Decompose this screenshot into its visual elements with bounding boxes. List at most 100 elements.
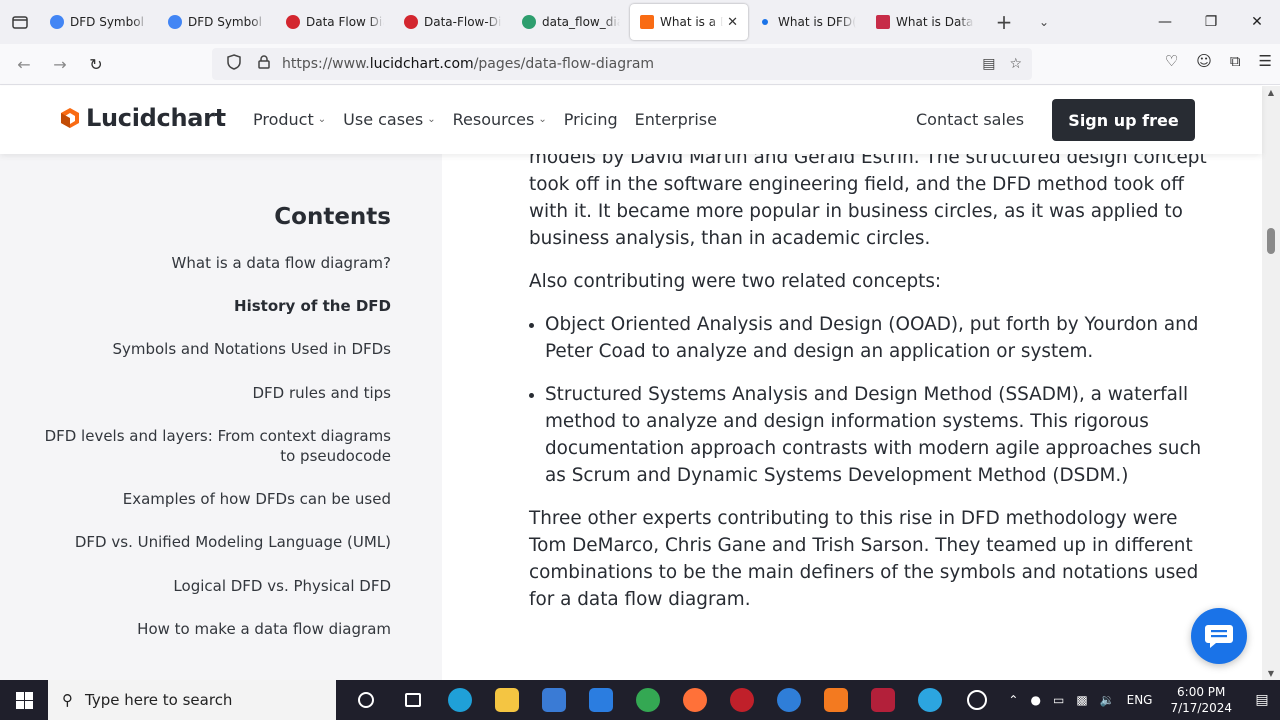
contents-item[interactable]: What is a data flow diagram? bbox=[31, 253, 391, 273]
firefox-glyph bbox=[682, 688, 707, 712]
task-view-glyph bbox=[404, 693, 421, 707]
edge-icon[interactable] bbox=[436, 680, 483, 720]
browser-tab[interactable]: What is Data F bbox=[866, 4, 984, 40]
tab-list-icon[interactable] bbox=[0, 0, 40, 44]
browser-tab[interactable]: data_flow_diag bbox=[512, 4, 630, 40]
shield-icon[interactable] bbox=[222, 54, 246, 74]
nav-item-label: Enterprise bbox=[634, 110, 717, 129]
windows-taskbar: ⚲ Type here to search ⌃ ● ▭ ▩ 🔉 ENG 6:00… bbox=[0, 680, 1280, 720]
lucidchart-icon bbox=[640, 15, 654, 29]
sign-up-button[interactable]: Sign up free bbox=[1052, 99, 1195, 141]
contact-sales-link[interactable]: Contact sales bbox=[916, 110, 1024, 129]
store-glyph bbox=[541, 688, 566, 712]
start-button[interactable] bbox=[0, 680, 48, 720]
new-tab-icon[interactable]: + bbox=[984, 10, 1024, 34]
mail-glyph bbox=[588, 688, 613, 712]
file-explorer-icon[interactable] bbox=[483, 680, 530, 720]
forward-icon[interactable]: → bbox=[42, 55, 78, 74]
microphone-icon[interactable]: ● bbox=[1024, 693, 1046, 707]
contents-item[interactable]: Logical DFD vs. Physical DFD bbox=[31, 576, 391, 596]
browser-tab[interactable]: What is a Da✕ bbox=[630, 4, 748, 40]
restore-icon[interactable]: ❐ bbox=[1188, 14, 1234, 30]
chrome-icon[interactable] bbox=[624, 680, 671, 720]
app-red-icon[interactable] bbox=[718, 680, 765, 720]
tab-title: Data Flow Diag bbox=[306, 15, 384, 29]
browser-tab[interactable]: Data Flow Diag bbox=[276, 4, 394, 40]
reload-icon[interactable]: ↻ bbox=[78, 55, 114, 74]
account-icon[interactable]: ☺ bbox=[1196, 52, 1212, 70]
app-c-icon[interactable] bbox=[765, 680, 812, 720]
url-text: https://www.lucidchart.com/pages/data-fl… bbox=[282, 56, 655, 72]
edge-glyph bbox=[447, 688, 472, 712]
taskbar-search[interactable]: ⚲ Type here to search bbox=[48, 680, 336, 720]
close-window-icon[interactable]: ✕ bbox=[1234, 14, 1280, 30]
pocket-icon[interactable]: ♡ bbox=[1165, 52, 1178, 70]
nav-item-resources[interactable]: Resources ⌄ bbox=[453, 110, 547, 129]
tab-title: DFD Symbol - bbox=[70, 15, 148, 29]
telegram-icon[interactable] bbox=[906, 680, 953, 720]
file-explorer-glyph bbox=[494, 688, 519, 712]
list-all-tabs-icon[interactable]: ⌄ bbox=[1024, 15, 1064, 29]
bookmark-star-icon[interactable]: ☆ bbox=[1009, 56, 1022, 72]
google-icon bbox=[50, 15, 64, 29]
browser-tab[interactable]: Data-Flow-Dia bbox=[394, 4, 512, 40]
firefox-icon[interactable] bbox=[671, 680, 718, 720]
menu-icon[interactable]: ☰ bbox=[1259, 52, 1272, 70]
page-body: Contents What is a data flow diagram? His… bbox=[0, 154, 1262, 680]
scroll-up-icon[interactable]: ▲ bbox=[1262, 88, 1280, 97]
browser-tab[interactable]: DFD Symbol - bbox=[158, 4, 276, 40]
google-icon bbox=[168, 15, 182, 29]
chevron-up-icon[interactable]: ⌃ bbox=[1002, 693, 1024, 707]
app-diamond-icon[interactable] bbox=[859, 680, 906, 720]
contents-item[interactable]: Examples of how DFDs can be used bbox=[31, 489, 391, 509]
task-view-icon[interactable] bbox=[389, 680, 436, 720]
chat-button[interactable] bbox=[1191, 608, 1247, 664]
reader-view-icon[interactable]: ▤ bbox=[982, 56, 995, 72]
nav-item-use-cases[interactable]: Use cases ⌄ bbox=[343, 110, 435, 129]
chevron-down-icon: ⌄ bbox=[538, 114, 547, 125]
close-tab-icon[interactable]: ✕ bbox=[723, 15, 738, 30]
list-item: Structured Systems Analysis and Design M… bbox=[529, 381, 1209, 489]
scroll-down-icon[interactable]: ▼ bbox=[1262, 669, 1280, 678]
xampp-icon[interactable] bbox=[812, 680, 859, 720]
obs-icon[interactable] bbox=[953, 680, 1000, 720]
battery-icon[interactable]: ▭ bbox=[1047, 693, 1070, 707]
contents-item[interactable]: DFD vs. Unified Modeling Language (UML) bbox=[31, 532, 391, 552]
volume-icon[interactable]: 🔉 bbox=[1094, 693, 1121, 707]
article-content: models by David Martin and Gerald Estrin… bbox=[529, 154, 1209, 629]
logo-text: Lucidchart bbox=[86, 104, 226, 132]
minimize-icon[interactable]: — bbox=[1142, 14, 1188, 30]
extensions-icon[interactable]: ⧉ bbox=[1230, 52, 1241, 70]
browser-tab[interactable]: DFD Symbol - bbox=[40, 4, 158, 40]
tab-title: data_flow_diag bbox=[542, 15, 620, 29]
site-header: Lucidchart Product ⌄ Use cases ⌄ Resources ⌄ P… bbox=[0, 86, 1262, 154]
article-paragraph: models by David Martin and Gerald Estrin… bbox=[529, 154, 1207, 249]
contents-item[interactable]: History of the DFD bbox=[31, 296, 391, 316]
address-bar[interactable]: https://www.lucidchart.com/pages/data-fl… bbox=[212, 48, 1032, 80]
lucidchart-logo[interactable]: Lucidchart bbox=[60, 104, 226, 132]
windows-logo-icon bbox=[15, 691, 33, 709]
contents-item[interactable]: Symbols and Notations Used in DFDs bbox=[31, 339, 391, 359]
obs-glyph bbox=[966, 690, 987, 710]
cortana-icon[interactable] bbox=[342, 680, 389, 720]
contents-item[interactable]: How to make a data flow diagram bbox=[31, 619, 391, 639]
chevron-down-icon: ⌄ bbox=[427, 114, 436, 125]
lock-icon[interactable] bbox=[252, 55, 276, 73]
nav-item-pricing[interactable]: Pricing bbox=[564, 110, 618, 129]
contents-item[interactable]: DFD rules and tips bbox=[31, 383, 391, 403]
language-indicator[interactable]: ENG bbox=[1121, 693, 1159, 707]
mail-icon[interactable] bbox=[577, 680, 624, 720]
nav-item-product[interactable]: Product ⌄ bbox=[253, 110, 326, 129]
scrollbar-thumb[interactable] bbox=[1267, 228, 1275, 254]
back-icon[interactable]: ← bbox=[6, 55, 42, 74]
browser-tab[interactable]: What is DFD(D bbox=[748, 4, 866, 40]
contents-item[interactable]: DFD levels and layers: From context diag… bbox=[31, 426, 391, 466]
store-icon[interactable] bbox=[530, 680, 577, 720]
app-diamond-glyph bbox=[870, 688, 895, 712]
notifications-icon[interactable]: ▤ bbox=[1244, 692, 1280, 708]
page-scrollbar[interactable]: ▲ ▼ bbox=[1262, 86, 1280, 680]
nav-item-enterprise[interactable]: Enterprise bbox=[635, 110, 717, 129]
cortana-glyph bbox=[357, 692, 374, 708]
network-icon[interactable]: ▩ bbox=[1070, 693, 1093, 707]
clock[interactable]: 6:00 PM 7/17/2024 bbox=[1158, 684, 1244, 716]
